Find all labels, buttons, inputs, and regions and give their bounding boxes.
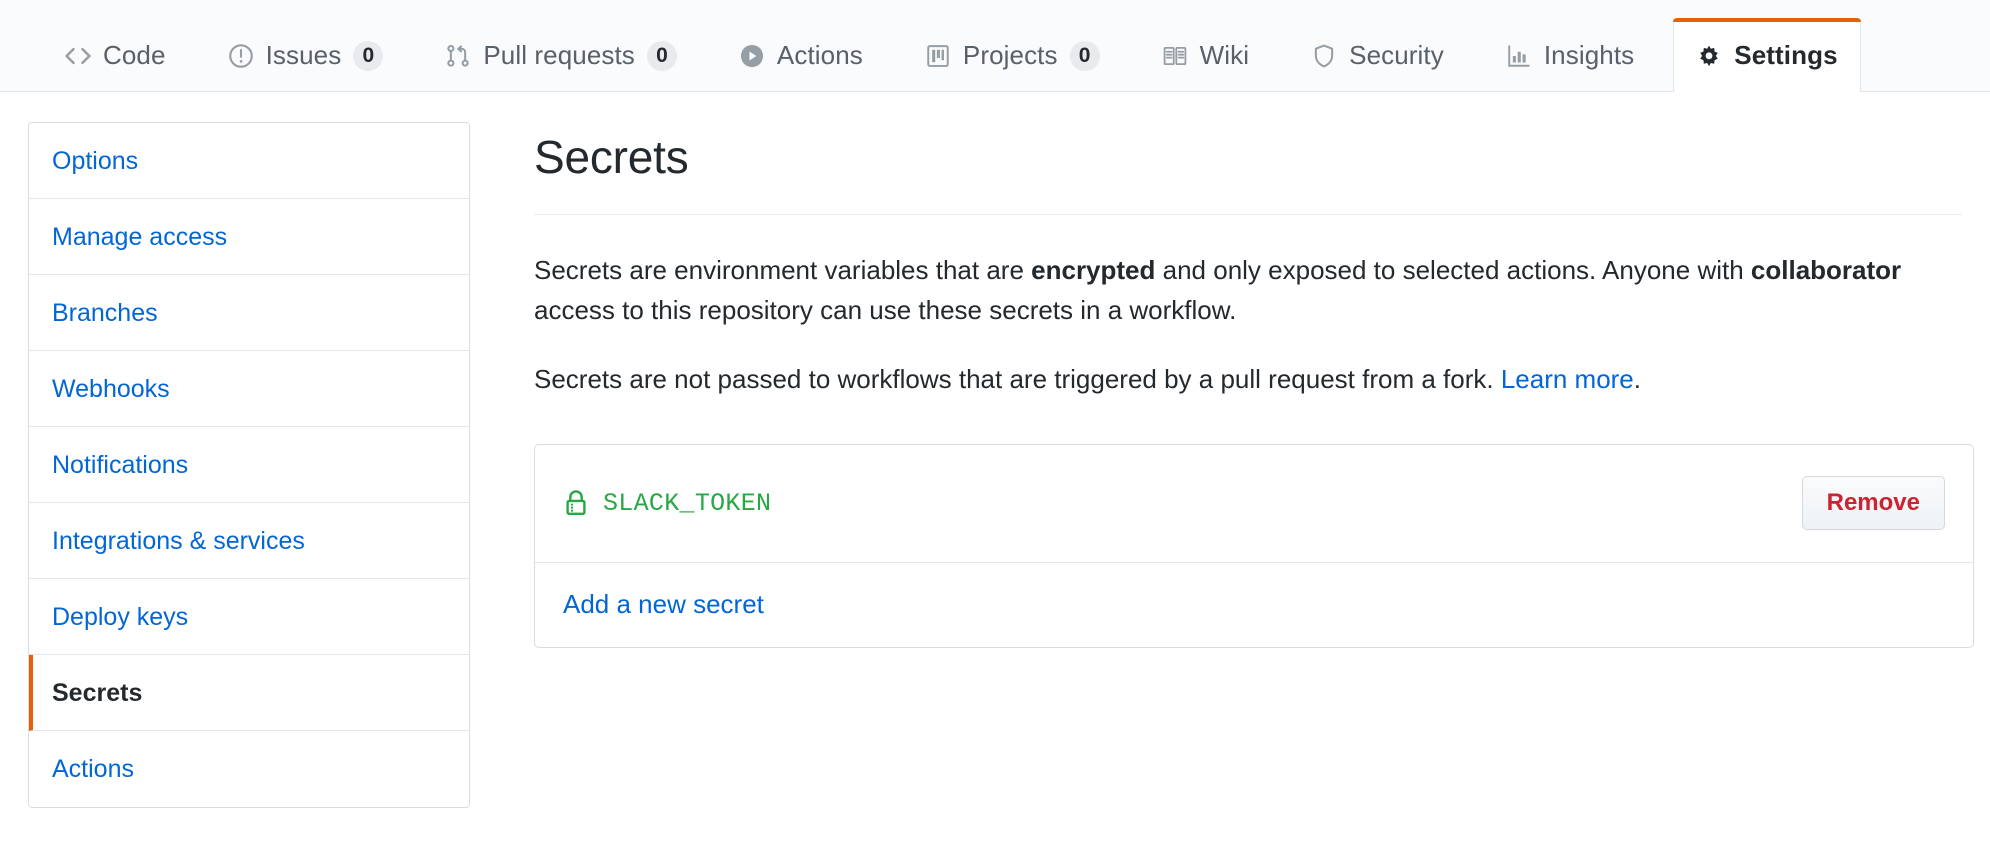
gear-icon — [1696, 43, 1722, 69]
settings-sidebar: Options Manage access Branches Webhooks … — [28, 122, 470, 808]
tab-actions[interactable]: Actions — [716, 19, 886, 91]
sidebar-item-manage-access[interactable]: Manage access — [29, 199, 469, 275]
tab-label: Settings — [1734, 40, 1838, 70]
sidebar-item-label: Secrets — [52, 679, 143, 707]
sidebar-item-deploy-keys[interactable]: Deploy keys — [29, 579, 469, 655]
sidebar-item-notifications[interactable]: Notifications — [29, 427, 469, 503]
fork-note-paragraph: Secrets are not passed to workflows that… — [534, 360, 1962, 400]
tab-issues[interactable]: Issues 0 — [205, 19, 407, 91]
learn-more-link[interactable]: Learn more — [1501, 364, 1634, 394]
sidebar-item-label: Webhooks — [52, 375, 170, 403]
lock-icon — [563, 488, 589, 518]
book-icon — [1162, 43, 1188, 69]
tab-label: Projects — [962, 40, 1058, 70]
sidebar-item-label: Integrations & services — [52, 527, 305, 555]
tab-pull-requests[interactable]: Pull requests 0 — [422, 19, 700, 91]
sidebar-item-label: Options — [52, 147, 139, 175]
paragraph-1-part-3: access to this repository can use these … — [534, 294, 1237, 325]
repo-nav: Code Issues 0 Pull requests 0 Actions Pr… — [0, 0, 1990, 92]
graph-icon — [1506, 43, 1532, 69]
paragraph-2-part-1: Secrets are not passed to workflows that… — [534, 364, 1501, 395]
tab-label: Actions — [776, 40, 863, 70]
sidebar-item-label: Notifications — [52, 451, 189, 479]
sidebar-item-options[interactable]: Options — [29, 123, 469, 199]
tab-label: Issues — [265, 40, 342, 70]
secrets-description-paragraph: Secrets are environment variables that a… — [534, 251, 1962, 330]
add-new-secret-link[interactable]: Add a new secret — [563, 589, 764, 620]
page-body: Options Manage access Branches Webhooks … — [0, 92, 1990, 808]
paragraph-1-part-1: Secrets are environment variables that a… — [534, 255, 1032, 285]
tab-label: Pull requests — [483, 40, 635, 70]
paragraph-2-part-2: . — [1633, 364, 1642, 395]
tab-settings[interactable]: Settings — [1673, 18, 1862, 92]
tab-code[interactable]: Code — [42, 19, 189, 91]
projects-count: 0 — [1069, 40, 1100, 71]
paragraph-1-bold-collaborator: collaborator — [1750, 255, 1902, 285]
paragraph-1-part-2: and only exposed to selected actions. An… — [1155, 255, 1751, 285]
tab-projects[interactable]: Projects 0 — [902, 19, 1123, 91]
tab-insights[interactable]: Insights — [1483, 19, 1657, 91]
play-icon — [739, 43, 765, 69]
issue-opened-icon — [228, 43, 254, 69]
sidebar-item-branches[interactable]: Branches — [29, 275, 469, 351]
sidebar-item-webhooks[interactable]: Webhooks — [29, 351, 469, 427]
sidebar-item-label: Deploy keys — [52, 603, 189, 631]
tab-label: Code — [103, 40, 166, 70]
shield-icon — [1311, 43, 1337, 69]
tab-label: Security — [1349, 40, 1444, 70]
tab-label: Wiki — [1199, 40, 1250, 70]
secret-name: SLACK_TOKEN — [603, 488, 772, 518]
tab-wiki[interactable]: Wiki — [1139, 19, 1273, 91]
paragraph-1-bold-encrypted: encrypted — [1031, 255, 1156, 285]
sidebar-item-label: Actions — [52, 755, 134, 783]
sidebar-item-label: Branches — [52, 299, 158, 327]
code-icon — [65, 43, 91, 69]
tab-security[interactable]: Security — [1288, 19, 1467, 91]
git-pull-request-icon — [445, 43, 471, 69]
secret-row: SLACK_TOKEN Remove — [535, 445, 1973, 563]
secrets-list-box: SLACK_TOKEN Remove Add a new secret — [534, 443, 1974, 648]
issues-count: 0 — [353, 40, 384, 71]
secret-name-group: SLACK_TOKEN — [563, 488, 771, 518]
pull-requests-count: 0 — [646, 40, 677, 71]
sidebar-item-label: Manage access — [52, 223, 228, 251]
project-board-icon — [925, 43, 951, 69]
add-secret-row: Add a new secret — [535, 563, 1973, 647]
sidebar-item-integrations-services[interactable]: Integrations & services — [29, 503, 469, 579]
sidebar-item-secrets[interactable]: Secrets — [29, 655, 469, 731]
main-content: Secrets Secrets are environment variable… — [470, 122, 1974, 808]
sidebar-item-actions[interactable]: Actions — [29, 731, 469, 807]
remove-secret-button[interactable]: Remove — [1801, 476, 1945, 531]
page-title: Secrets — [534, 130, 1962, 215]
tab-label: Insights — [1543, 40, 1635, 70]
